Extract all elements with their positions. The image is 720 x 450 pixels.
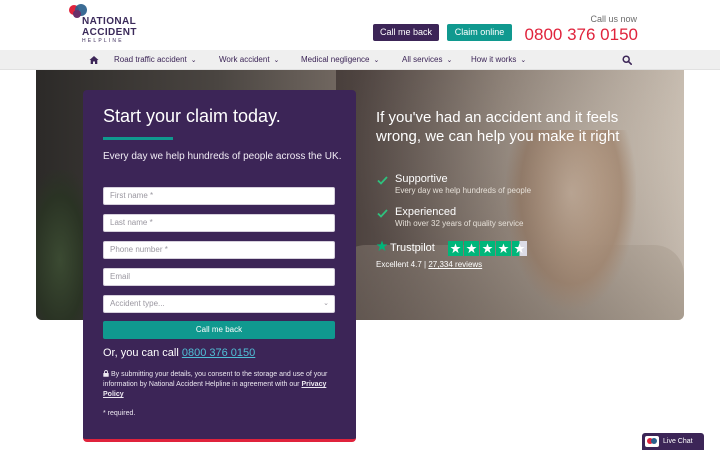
lock-icon [103,370,109,377]
live-chat-button[interactable]: Live Chat [642,433,704,450]
nav-item-label: Work accident [219,55,270,64]
feature-subtitle: Every day we help hundreds of people [395,186,532,195]
header-phone-link[interactable]: 0800 376 0150 [520,25,638,45]
email-field[interactable]: Email [103,268,335,286]
accident-type-select[interactable]: Accident type... ⌄ [103,295,335,313]
nav-item-work-accident[interactable]: Work accident ⌄ [219,50,279,70]
trustpilot-name: Trustpilot [390,242,435,254]
half-star-icon [512,241,527,256]
rating-separator: | [424,260,427,269]
call-me-back-button[interactable]: Call me back [373,24,439,41]
phone-number-field[interactable]: Phone number * [103,241,335,259]
nav-item-how-it-works[interactable]: How it works ⌄ [471,50,526,70]
nav-item-road-traffic-accident[interactable]: Road traffic accident ⌄ [114,50,197,70]
trustpilot-stars [448,241,527,256]
nav-item-label: How it works [471,55,517,64]
hero-headline: If you've had an accident and it feels w… [376,109,620,145]
checkmark-icon [377,209,388,218]
star-icon [496,241,511,256]
star-icon [448,241,463,256]
feature-title: Supportive [395,173,448,185]
form-title-underline [103,137,173,140]
main-nav: Road traffic accident ⌄ Work accident ⌄ Me… [0,50,720,70]
form-intro: Every day we help hundreds of people acr… [103,151,342,162]
first-name-field[interactable]: First name * [103,187,335,205]
search-icon[interactable] [622,55,632,65]
nav-item-label: Medical negligence [301,55,370,64]
chevron-down-icon: ⌄ [323,300,329,307]
nah-logo[interactable]: NATIONAL ACCIDENT HELPLINE [68,4,148,46]
consent-text: By submitting your details, you consent … [103,370,335,400]
chevron-down-icon: ⌄ [446,57,453,64]
or-call-line: Or, you can call 0800 376 0150 [103,347,255,359]
page: NATIONAL ACCIDENT HELPLINE Call me back … [0,0,720,450]
or-call-prefix: Or, you can call [103,347,182,359]
logo-line-1: NATIONAL [82,16,137,27]
form-phone-link[interactable]: 0800 376 0150 [182,347,255,359]
chevron-down-icon: ⌄ [273,57,280,64]
trustpilot-rating: Excellent 4.7 | 27,334 reviews [376,260,482,269]
nav-item-label: All services [402,55,443,64]
consent-body: By submitting your details, you consent … [103,371,328,388]
last-name-field[interactable]: Last name * [103,214,335,232]
call-us-now-label: Call us now [590,14,637,24]
trustpilot-logo[interactable]: Trustpilot [376,240,435,254]
reviews-link[interactable]: 27,334 reviews [428,260,482,269]
site-header: NATIONAL ACCIDENT HELPLINE Call me back … [0,0,720,50]
chevron-down-icon: ⌄ [520,57,527,64]
checkmark-icon [377,176,388,185]
call-me-back-submit-button[interactable]: Call me back [103,321,335,339]
claim-online-button[interactable]: Claim online [447,24,512,41]
live-chat-label: Live Chat [663,438,693,445]
required-note: * required. [103,410,136,417]
rating-label: Excellent 4.7 [376,260,422,269]
form-title: Start your claim today. [103,106,281,126]
logo-purple-dot [73,10,81,18]
nav-item-all-services[interactable]: All services ⌄ [402,50,452,70]
chevron-down-icon: ⌄ [373,57,380,64]
trustpilot-star-icon [376,240,388,251]
chevron-down-icon: ⌄ [190,57,197,64]
home-icon[interactable] [89,55,99,65]
nav-item-medical-negligence[interactable]: Medical negligence ⌄ [301,50,379,70]
chat-icon [645,436,659,447]
logo-line-3: HELPLINE [82,38,124,44]
feature-subtitle: With over 32 years of quality service [395,219,524,228]
nav-item-label: Road traffic accident [114,55,187,64]
accident-type-value: Accident type... [110,299,165,308]
logo-line-2: ACCIDENT [82,27,137,38]
feature-title: Experienced [395,206,457,218]
star-icon [480,241,495,256]
star-icon [464,241,479,256]
